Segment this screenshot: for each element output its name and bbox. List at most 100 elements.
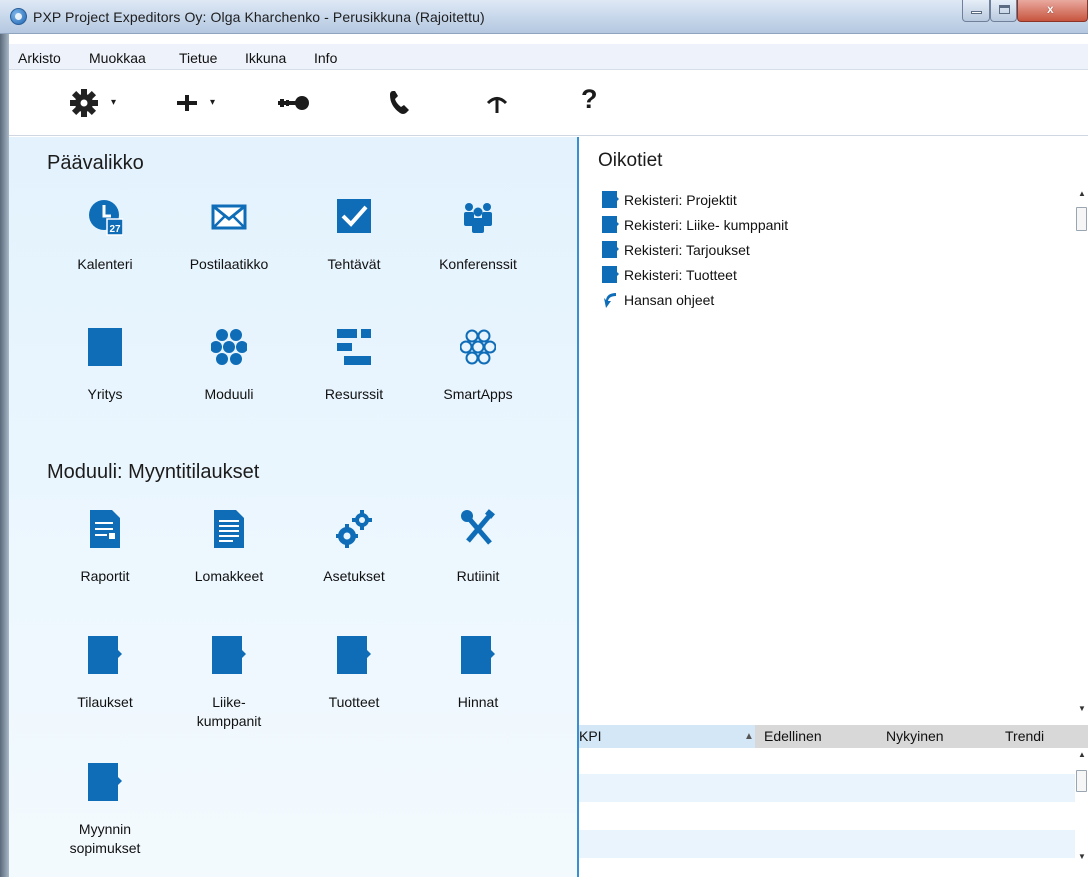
chevron-down-icon: ▾: [210, 97, 216, 108]
minimize-button[interactable]: [962, 0, 990, 22]
shortcut-label: Rekisteri: Projektit: [624, 191, 737, 208]
tile-label: Tuotteet: [328, 694, 380, 710]
scroll-thumb[interactable]: [1076, 770, 1087, 792]
scroll-up-icon[interactable]: ▲: [1077, 750, 1087, 759]
kpi-row: [579, 802, 1075, 830]
title-bar[interactable]: PXP Project Expeditors Oy: Olga Kharchen…: [0, 0, 1088, 34]
tile-label: Kalenteri: [77, 256, 133, 272]
kpi-scrollbar[interactable]: ▲ ▼: [1076, 748, 1088, 863]
mail-icon: [211, 204, 247, 230]
form-icon: [214, 510, 244, 548]
shortcut-label: Hansan ohjeet: [624, 291, 715, 308]
tile-label: Hinnat: [457, 694, 499, 710]
new-record-button[interactable]: ▾: [174, 88, 226, 118]
module-title: Moduuli: Myyntitilaukset: [47, 461, 260, 483]
antenna-button[interactable]: [484, 88, 514, 118]
close-button[interactable]: x: [1017, 0, 1088, 22]
scroll-down-icon[interactable]: ▼: [1077, 852, 1087, 861]
register-icon: [461, 636, 495, 674]
menu-muokkaa[interactable]: Muokkaa: [89, 50, 146, 66]
menu-info[interactable]: Info: [314, 50, 337, 66]
tile-label: Tilaukset: [77, 694, 133, 710]
report-icon: [90, 510, 120, 548]
kpi-row: [579, 858, 1075, 877]
tile-label: Resurssit: [324, 386, 384, 402]
bars-icon: [337, 329, 371, 365]
tile-label: Liike- kumppanit: [196, 694, 262, 729]
checkbox-icon: [337, 199, 371, 233]
register-icon: [337, 636, 371, 674]
phone-icon: [390, 91, 409, 114]
book-icon: [88, 328, 122, 366]
tile-label: Tehtävät: [327, 256, 381, 272]
shortcut-item[interactable]: Rekisteri: Liike- kumppanit: [601, 212, 788, 237]
help-button[interactable]: ?: [581, 84, 611, 114]
kpi-row: [579, 774, 1075, 802]
app-window: PXP Project Expeditors Oy: Olga Kharchen…: [0, 0, 1088, 877]
menu-ikkuna[interactable]: Ikkuna: [245, 50, 286, 66]
tile-label: Konferenssit: [439, 256, 517, 272]
menu-arkisto[interactable]: Arkisto: [18, 50, 61, 66]
tile-label: Postilaatikko: [189, 256, 269, 272]
tile-label: Yritys: [87, 386, 123, 402]
window-title: PXP Project Expeditors Oy: Olga Kharchen…: [33, 9, 485, 25]
help-arrow-icon: [604, 293, 616, 308]
tile-label: Rutiinit: [456, 568, 500, 584]
register-icon: [602, 266, 619, 283]
help-icon: ?: [581, 84, 598, 114]
register-icon: [602, 241, 619, 258]
tile-label: Moduuli: [204, 386, 254, 402]
scroll-up-icon[interactable]: ▲: [1077, 189, 1087, 198]
gear-icon: [70, 89, 98, 117]
shortcuts-list: Rekisteri: Projektit Rekisteri: Liike- k…: [601, 187, 788, 312]
settings-button[interactable]: ▾: [69, 88, 127, 118]
register-icon: [88, 763, 122, 801]
shortcut-label: Rekisteri: Tarjoukset: [624, 241, 750, 258]
tile-label: Asetukset: [323, 568, 385, 584]
menu-bar: Arkisto Muokkaa Tietue Ikkuna Info: [9, 44, 1088, 70]
menu-tietue[interactable]: Tietue: [179, 50, 217, 66]
scroll-down-icon[interactable]: ▼: [1077, 704, 1087, 713]
kpi-row: [579, 830, 1075, 858]
toolbar: ▾ ▾ ?: [9, 70, 1088, 136]
shortcuts-scrollbar[interactable]: ▲ ▼: [1076, 187, 1088, 715]
main-menu-panel: Päävalikko 27 Kalenteri Postilaatikko Te…: [9, 137, 577, 877]
hexagons-icon: [211, 329, 247, 365]
close-icon: x: [1047, 2, 1054, 16]
minimize-icon: [971, 11, 982, 14]
people-icon: [464, 203, 492, 233]
shortcut-item[interactable]: Rekisteri: Projektit: [601, 187, 788, 212]
kpi-col-edellinen[interactable]: Edellinen: [764, 728, 822, 744]
tile-label: Raportit: [80, 568, 130, 584]
kpi-col-nykyinen[interactable]: Nykyinen: [886, 728, 944, 744]
tools-icon: [461, 509, 495, 545]
register-icon: [212, 636, 246, 674]
antenna-icon: [486, 97, 508, 113]
phone-button[interactable]: [387, 88, 417, 118]
scroll-thumb[interactable]: [1076, 207, 1087, 231]
shortcut-label: Rekisteri: Tuotteet: [624, 266, 737, 283]
key-icon: [278, 96, 309, 110]
shortcut-item[interactable]: Hansan ohjeet: [601, 287, 788, 312]
login-key-button[interactable]: [275, 88, 315, 118]
kpi-row: [579, 748, 1075, 776]
gears-icon: [336, 510, 372, 548]
chevron-down-icon: ▾: [111, 97, 117, 108]
maximize-button[interactable]: [990, 0, 1017, 22]
kpi-column-selected: [579, 725, 755, 748]
shortcut-item[interactable]: Rekisteri: Tarjoukset: [601, 237, 788, 262]
register-icon: [602, 191, 619, 208]
shortcut-label: Rekisteri: Liike- kumppanit: [624, 216, 789, 233]
tile-label: SmartApps: [443, 386, 513, 402]
shortcut-item[interactable]: Rekisteri: Tuotteet: [601, 262, 788, 287]
maximize-icon: [999, 5, 1010, 14]
shortcuts-panel: Oikotiet Rekisteri: Projektit Rekisteri:…: [579, 137, 1088, 877]
tile-label: Lomakkeet: [194, 568, 264, 584]
tile-label: Myynnin sopimukset: [69, 821, 141, 856]
plus-icon: [177, 95, 197, 111]
register-icon: [88, 636, 122, 674]
kpi-col-kpi[interactable]: KPI: [579, 728, 602, 744]
main-menu-title: Päävalikko: [47, 152, 144, 174]
app-logo-icon: [10, 8, 27, 25]
kpi-col-trendi[interactable]: Trendi: [1005, 728, 1044, 744]
